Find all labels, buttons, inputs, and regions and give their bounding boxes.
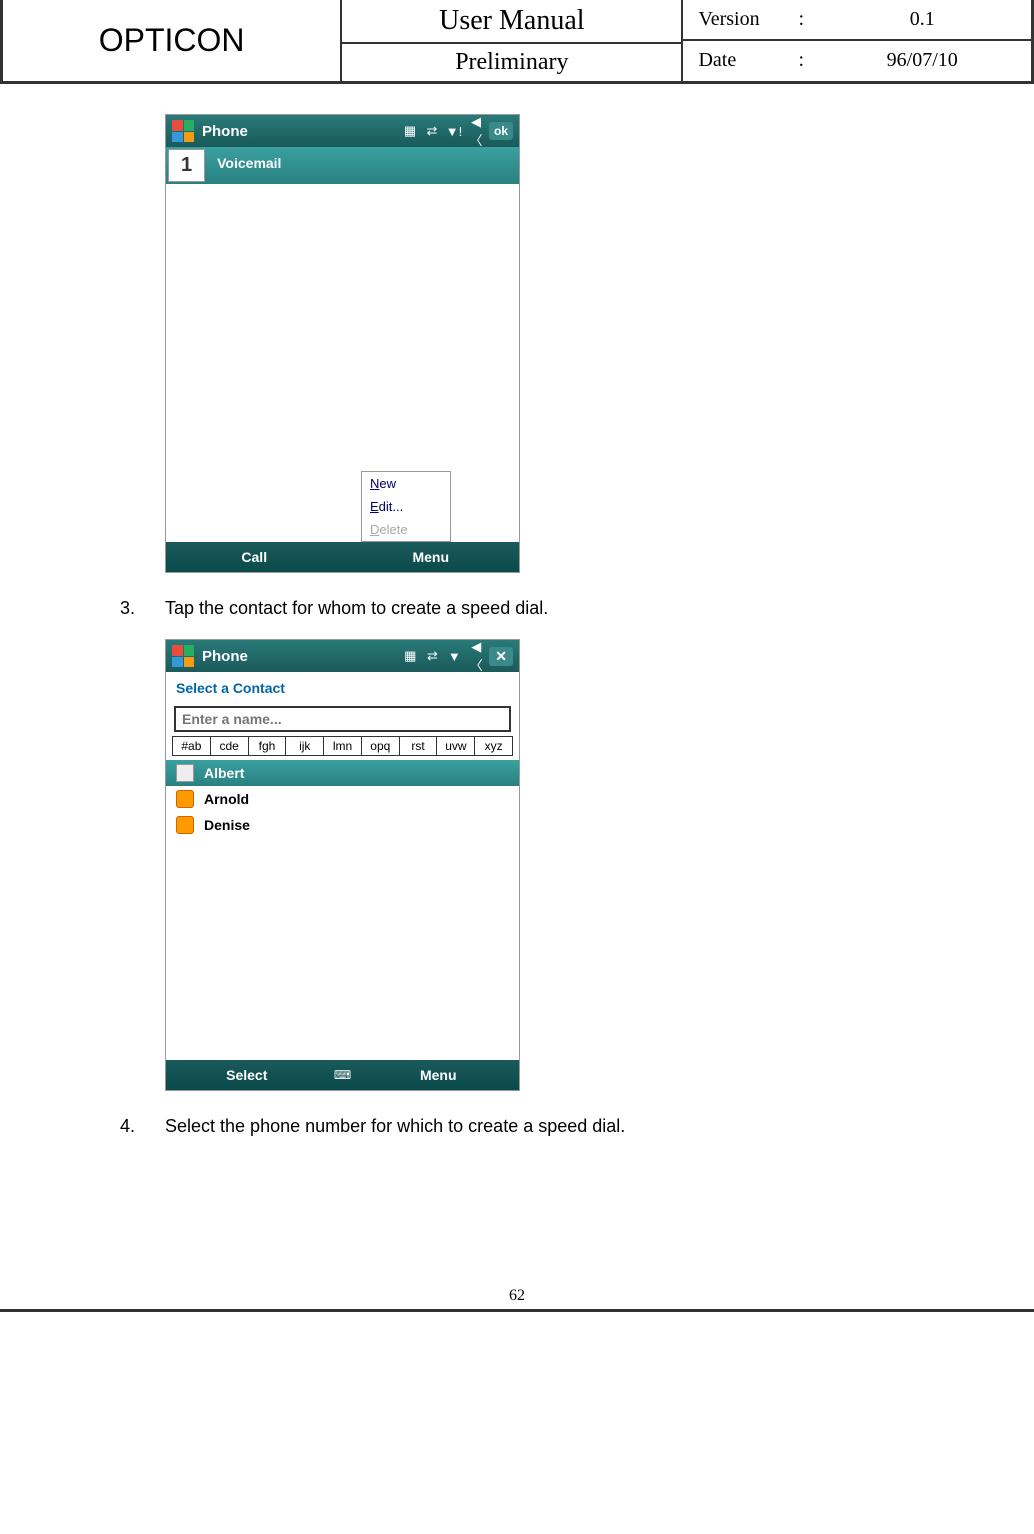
signal-icon[interactable]: ▼ (445, 649, 463, 664)
title-cell: User Manual Preliminary (342, 0, 681, 81)
sim-card-icon (176, 790, 194, 808)
page-number: 62 (0, 1287, 1034, 1309)
call-button[interactable]: Call (166, 542, 343, 572)
contact-list: Albert Arnold Denise (166, 760, 519, 838)
app-title: Phone (202, 123, 401, 140)
name-input[interactable] (174, 706, 511, 732)
date-label: Date (698, 49, 798, 72)
name-input-wrapper (174, 706, 511, 732)
context-menu: New Edit... Delete (361, 471, 451, 542)
page-content: Phone ▦ ⇄ ▼! ◀〈 ok 1 Voicemail New Edit.… (0, 84, 1034, 1187)
speed-dial-label: Voicemail (207, 147, 291, 184)
alpha-tab[interactable]: cde (211, 737, 249, 755)
alpha-tab[interactable]: fgh (249, 737, 287, 755)
bottom-border (0, 1309, 1034, 1312)
step-3: 3. Tap the contact for whom to create a … (120, 598, 934, 619)
wm-titlebar: Phone ▦ ⇄ ▼! ◀〈 ok (166, 115, 519, 147)
step-number: 3. (120, 598, 165, 619)
contact-row[interactable]: Arnold (166, 786, 519, 812)
start-icon[interactable] (172, 645, 194, 667)
ok-button[interactable]: ok (489, 122, 513, 140)
alpha-tab[interactable]: lmn (324, 737, 362, 755)
brand-cell: OPTICON (3, 0, 342, 81)
close-button[interactable]: ✕ (489, 647, 513, 666)
contact-name: Albert (204, 765, 244, 781)
connectivity-icon[interactable]: ⇄ (423, 648, 441, 664)
select-button[interactable]: Select (166, 1067, 328, 1083)
app-title: Phone (202, 648, 401, 665)
version-label: Version (698, 8, 798, 31)
wm-bottombar: Select ⌨ Menu (166, 1060, 519, 1090)
menu-edit[interactable]: Edit... (362, 495, 450, 518)
step-text: Tap the contact for whom to create a spe… (165, 598, 934, 619)
sim-card-icon (176, 816, 194, 834)
alpha-tab[interactable]: xyz (475, 737, 512, 755)
document-header: OPTICON User Manual Preliminary Version … (0, 0, 1034, 84)
keyboard-status-icon[interactable]: ▦ (401, 123, 419, 139)
manual-title: User Manual (342, 0, 681, 44)
manual-subtitle: Preliminary (342, 44, 681, 81)
alpha-tab[interactable]: uvw (437, 737, 475, 755)
speed-dial-body: 1 Voicemail New Edit... Delete (166, 147, 519, 542)
alpha-tab[interactable]: rst (400, 737, 438, 755)
signal-icon[interactable]: ▼! (445, 124, 463, 139)
keyboard-icon[interactable]: ⌨ (328, 1068, 358, 1082)
speed-dial-number: 1 (168, 149, 205, 182)
step-number: 4. (120, 1116, 165, 1137)
version-value: 0.1 (828, 8, 1016, 31)
menu-new[interactable]: New (362, 472, 450, 495)
screenshot-speed-dial-menu: Phone ▦ ⇄ ▼! ◀〈 ok 1 Voicemail New Edit.… (165, 114, 520, 573)
step-text: Select the phone number for which to cre… (165, 1116, 934, 1137)
contact-row[interactable]: Albert (166, 760, 519, 786)
select-contact-body: Select a Contact #abcdefghijklmnopqrstuv… (166, 672, 519, 1060)
volume-icon[interactable]: ◀〈 (467, 639, 485, 674)
select-contact-heading: Select a Contact (166, 672, 519, 704)
start-icon[interactable] (172, 120, 194, 142)
menu-button[interactable]: Menu (358, 1067, 520, 1083)
meta-cell: Version : 0.1 Date : 96/07/10 (681, 0, 1031, 81)
wm-bottombar: Call Menu (166, 542, 519, 572)
wm-titlebar: Phone ▦ ⇄ ▼ ◀〈 ✕ (166, 640, 519, 672)
alpha-tab[interactable]: ijk (286, 737, 324, 755)
step-4: 4. Select the phone number for which to … (120, 1116, 934, 1137)
contact-row[interactable]: Denise (166, 812, 519, 838)
alpha-tabs: #abcdefghijklmnopqrstuvwxyz (172, 736, 513, 756)
alpha-tab[interactable]: opq (362, 737, 400, 755)
contact-card-icon (176, 764, 194, 782)
contact-name: Arnold (204, 791, 249, 807)
speed-dial-entry[interactable]: 1 Voicemail (166, 147, 519, 184)
alpha-tab[interactable]: #ab (173, 737, 211, 755)
keyboard-status-icon[interactable]: ▦ (401, 648, 419, 664)
date-value: 96/07/10 (828, 49, 1016, 72)
menu-delete: Delete (362, 518, 450, 541)
contact-name: Denise (204, 817, 250, 833)
connectivity-icon[interactable]: ⇄ (423, 123, 441, 139)
volume-icon[interactable]: ◀〈 (467, 114, 485, 149)
menu-button[interactable]: Menu (343, 542, 520, 572)
screenshot-select-contact: Phone ▦ ⇄ ▼ ◀〈 ✕ Select a Contact #abcde… (165, 639, 520, 1091)
